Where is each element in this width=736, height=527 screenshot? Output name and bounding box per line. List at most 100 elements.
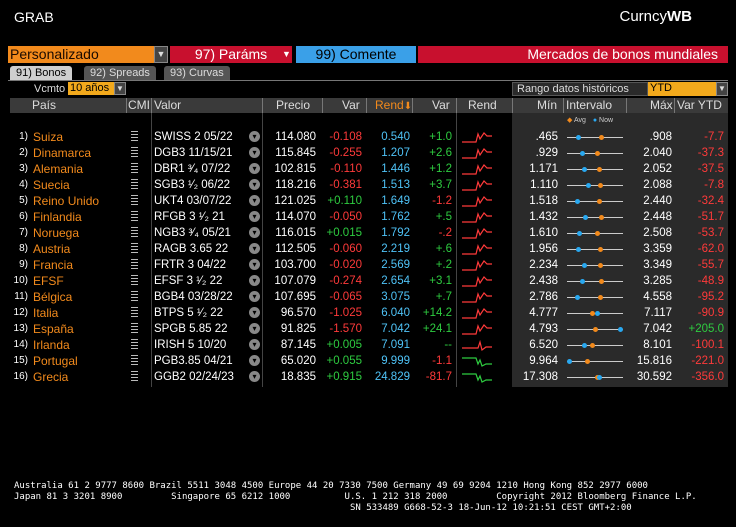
view-combo[interactable]: Personalizado [8, 46, 154, 63]
bond-menu-icon[interactable]: ▾ [249, 211, 260, 222]
col-min[interactable]: Mín [537, 98, 557, 113]
range-min: 1.432 [529, 211, 558, 223]
yield-value: 9.999 [381, 355, 410, 367]
table-row[interactable]: 8) Austria RAGB 3.65 22 ▾ 112.505 -0.060 2.219… [0, 241, 736, 257]
bond-menu-icon[interactable]: ▾ [249, 355, 260, 366]
cmi-bars-icon[interactable] [131, 195, 138, 207]
crncy-prefix: Curncy [619, 8, 667, 25]
cmi-bars-icon[interactable] [131, 259, 138, 271]
col-pais[interactable]: País [32, 98, 56, 113]
vcmto-chevron-down-icon[interactable]: ▼ [114, 82, 126, 95]
bond-ticker: NGB3 ³⁄₄ 05/21 [154, 227, 231, 239]
range-line [567, 169, 623, 170]
range-min: .465 [535, 131, 558, 143]
table-row[interactable]: 15) Portugal PGB3.85 04/21 ▾ 65.020 +0.055 9.9… [0, 353, 736, 369]
table-row[interactable]: 3) Alemania DBR1 ³⁄₄ 07/22 ▾ 102.815 -0.110 1.… [0, 161, 736, 177]
col-rend[interactable]: Rend⬇ [375, 98, 412, 114]
bond-menu-icon[interactable]: ▾ [249, 259, 260, 270]
table-row[interactable]: 14) Irlanda IRISH 5 10/20 ▾ 87.145 +0.005 7.09… [0, 337, 736, 353]
range-select[interactable]: YTD [648, 82, 716, 96]
price-change: -0.255 [329, 147, 362, 159]
bond-menu-icon[interactable]: ▾ [249, 339, 260, 350]
yield-value: 7.091 [381, 339, 410, 351]
col-rend-spark[interactable]: Rend [468, 98, 497, 113]
yield-sparkline [462, 373, 492, 383]
cmi-bars-icon[interactable] [131, 243, 138, 255]
yield-value: 7.042 [381, 323, 410, 335]
col-cmi[interactable]: CMI [128, 98, 150, 113]
bond-menu-icon[interactable]: ▾ [249, 179, 260, 190]
yield-value: 6.040 [381, 307, 410, 319]
cmi-bars-icon[interactable] [131, 179, 138, 191]
table-row[interactable]: 13) España SPGB 5.85 22 ▾ 91.825 -1.570 7.042 +… [0, 321, 736, 337]
table-row[interactable]: 2) Dinamarca DGB3 11/15/21 ▾ 115.845 -0.255 1.… [0, 145, 736, 161]
table-row[interactable]: 1) Suiza SWISS 2 05/22 ▾ 114.080 -0.108 0.540 +… [0, 129, 736, 145]
table-row[interactable]: 6) Finlandia RFGB 3 ¹⁄₂ 21 ▾ 114.070 -0.050 1.… [0, 209, 736, 225]
table-row[interactable]: 11) Bélgica BGB4 03/28/22 ▾ 107.695 -0.065 3.0… [0, 289, 736, 305]
range-min: 4.777 [529, 307, 558, 319]
yield-change: +.6 [435, 243, 452, 255]
range-max: 2.448 [643, 211, 672, 223]
vcmto-select[interactable]: 10 años [68, 82, 114, 95]
comment-button[interactable]: 99) Comente [296, 46, 416, 63]
bond-menu-icon[interactable]: ▾ [249, 291, 260, 302]
table-row[interactable]: 4) Suecia SGB3 ¹⁄₂ 06/22 ▾ 118.216 -0.381 1.51… [0, 177, 736, 193]
table-row[interactable]: 12) Italia BTPS 5 ¹⁄₂ 22 ▾ 96.570 -1.025 6.040… [0, 305, 736, 321]
yield-sparkline [462, 308, 492, 319]
bond-menu-icon[interactable]: ▾ [249, 131, 260, 142]
cmi-bars-icon[interactable] [131, 307, 138, 319]
cmi-bars-icon[interactable] [131, 163, 138, 175]
table-row[interactable]: 10) EFSF EFSF 3 ¹⁄₂ 22 ▾ 107.079 -0.274 2.654 +… [0, 273, 736, 289]
params-button[interactable]: 97) Paráms [170, 46, 292, 63]
bond-menu-icon[interactable]: ▾ [249, 275, 260, 286]
col-precio[interactable]: Precio [276, 98, 310, 113]
yield-sparkline [462, 148, 492, 159]
cmi-bars-icon[interactable] [131, 227, 138, 239]
bond-menu-icon[interactable]: ▾ [249, 243, 260, 254]
table-row[interactable]: 9) Francia FRTR 3 04/22 ▾ 103.700 -0.020 2.569… [0, 257, 736, 273]
bond-menu-icon[interactable]: ▾ [249, 307, 260, 318]
yield-sparkline [462, 276, 492, 287]
range-min: 1.171 [529, 163, 558, 175]
cmi-bars-icon[interactable] [131, 291, 138, 303]
crncy-suffix: WB [667, 8, 692, 25]
col-var-yield[interactable]: Var [432, 98, 450, 113]
bond-menu-icon[interactable]: ▾ [249, 195, 260, 206]
cmi-bars-icon[interactable] [131, 355, 138, 367]
bond-menu-icon[interactable]: ▾ [249, 227, 260, 238]
range-now-marker [567, 359, 572, 364]
bond-menu-icon[interactable]: ▾ [249, 323, 260, 334]
cmi-bars-icon[interactable] [131, 147, 138, 159]
cmi-bars-icon[interactable] [131, 339, 138, 351]
tab-curvas[interactable]: 93) Curvas [164, 66, 230, 80]
ytd-change: -90.9 [697, 307, 724, 319]
range-min: 9.964 [529, 355, 558, 367]
col-var-price[interactable]: Var [342, 98, 360, 113]
table-row[interactable]: 16) Grecia GGB2 02/24/23 ▾ 18.835 +0.915 24.82… [0, 369, 736, 385]
range-avg-marker [595, 231, 601, 236]
price-value: 96.570 [280, 307, 316, 319]
range-max: 3.349 [643, 259, 672, 271]
cmi-bars-icon[interactable] [131, 275, 138, 287]
combo-chevron-down-icon[interactable]: ▼ [154, 46, 168, 63]
cmi-bars-icon[interactable] [131, 323, 138, 335]
country-name: Austria [33, 242, 71, 256]
tab-bonos[interactable]: 91) Bonos [10, 66, 73, 80]
table-row[interactable]: 5) Reino Unido UKT4 03/07/22 ▾ 121.025 +0.110… [0, 193, 736, 209]
table-row[interactable]: 7) Noruega NGB3 ³⁄₄ 05/21 ▾ 116.015 +0.015 1.7… [0, 225, 736, 241]
col-valor[interactable]: Valor [154, 98, 181, 113]
tab-spreads[interactable]: 92) Spreads [84, 66, 156, 80]
params-chevron-down-icon[interactable]: ▼ [282, 46, 294, 63]
bond-menu-icon[interactable]: ▾ [249, 163, 260, 174]
cmi-bars-icon[interactable] [131, 131, 138, 143]
col-max[interactable]: Máx [650, 98, 673, 113]
price-value: 114.080 [275, 131, 316, 143]
cmi-bars-icon[interactable] [131, 371, 138, 383]
cmi-bars-icon[interactable] [131, 211, 138, 223]
col-var-ytd[interactable]: Var YTD [677, 98, 722, 113]
bond-menu-icon[interactable]: ▾ [249, 371, 260, 382]
col-intervalo[interactable]: Intervalo [566, 98, 612, 113]
bond-menu-icon[interactable]: ▾ [249, 147, 260, 158]
range-chevron-down-icon[interactable]: ▼ [716, 82, 728, 96]
price-value: 107.079 [274, 275, 316, 287]
